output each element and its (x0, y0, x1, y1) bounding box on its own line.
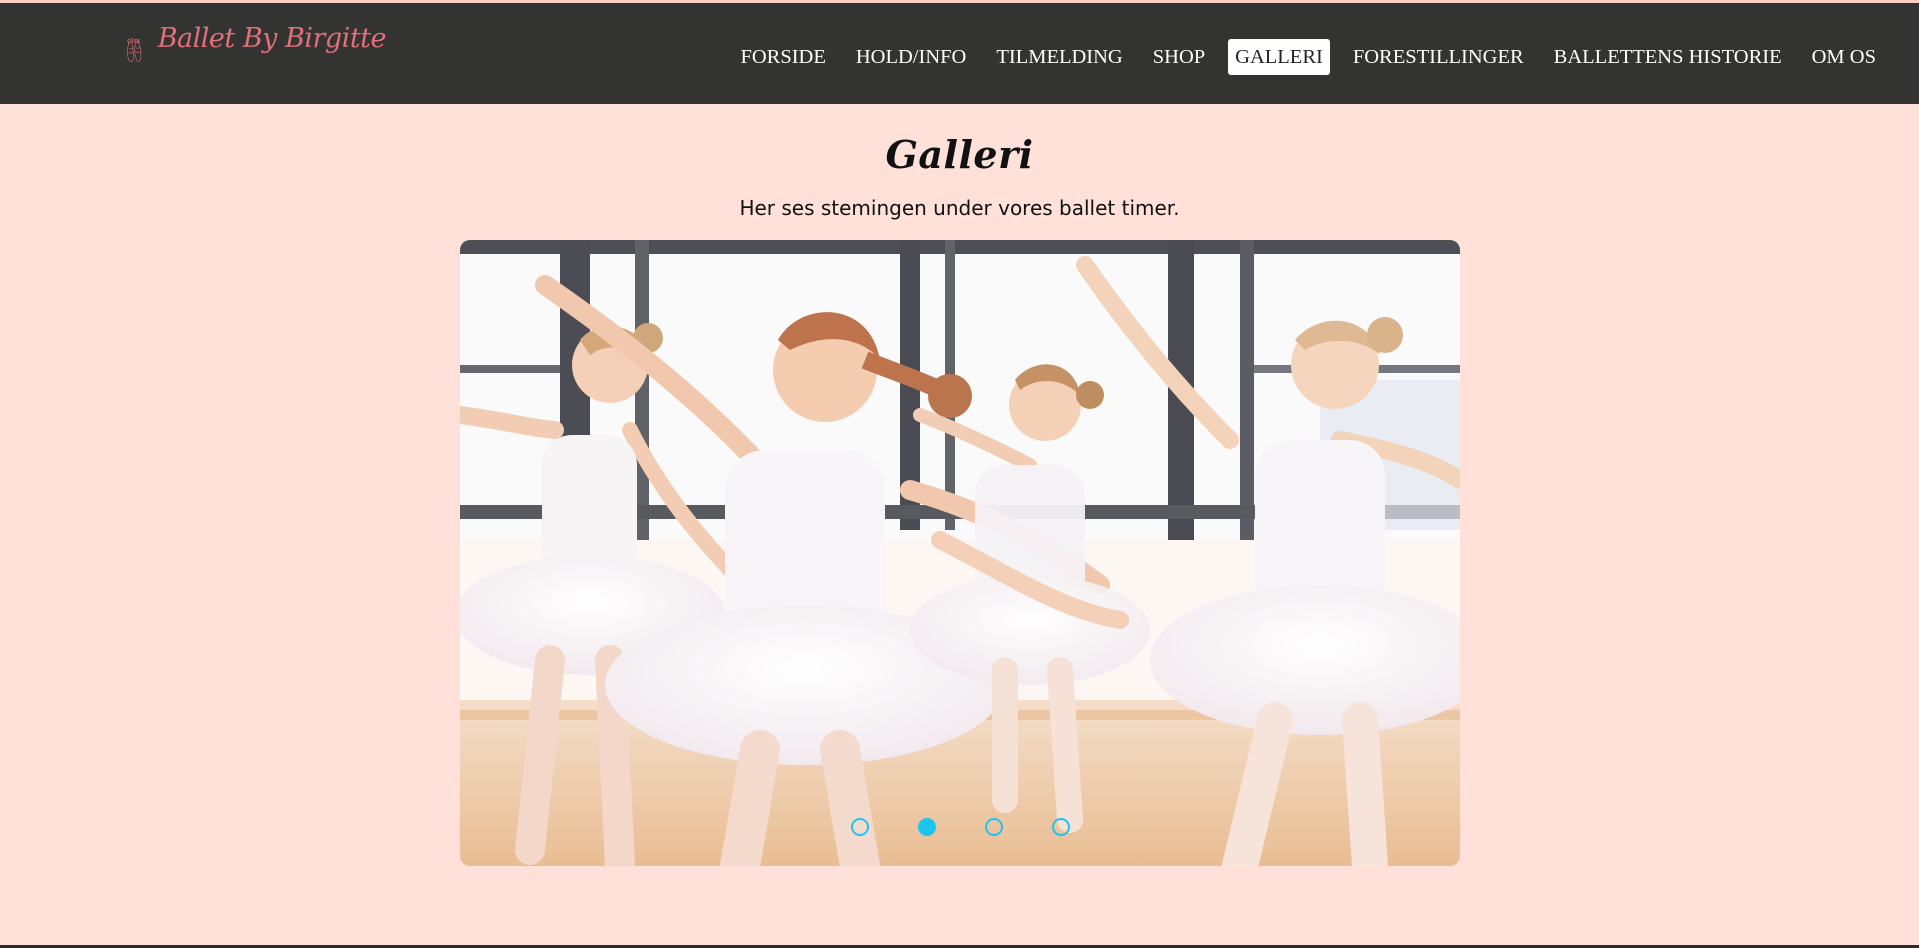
carousel-dot-4[interactable] (1051, 818, 1070, 836)
top-navigation-bar: Ballet By Birgitte FORSIDE HOLD/INFO TIL… (0, 0, 1919, 104)
page: Ballet By Birgitte FORSIDE HOLD/INFO TIL… (0, 0, 1919, 948)
image-carousel[interactable] (460, 240, 1460, 866)
nav-item-forside[interactable]: FORSIDE (733, 39, 832, 75)
nav-item-forestillinger[interactable]: FORESTILLINGER (1346, 39, 1531, 75)
page-title: Galleri (885, 132, 1034, 177)
nav-item-galleri[interactable]: GALLERI (1228, 39, 1330, 75)
ballet-shoes-icon (127, 38, 142, 62)
page-subtitle: Her ses stemingen under vores ballet tim… (739, 196, 1180, 220)
carousel-dot-3[interactable] (984, 818, 1003, 836)
main-nav: FORSIDE HOLD/INFO TILMELDING SHOP GALLER… (717, 39, 1883, 75)
nav-item-om-os[interactable]: OM OS (1805, 39, 1883, 75)
site-logo[interactable]: Ballet By Birgitte (126, 7, 387, 95)
logo-text: Ballet By Birgitte (157, 22, 387, 54)
carousel-indicators (460, 818, 1460, 836)
carousel-photo (460, 240, 1460, 866)
nav-item-hold-info[interactable]: HOLD/INFO (849, 39, 973, 75)
carousel-dot-1[interactable] (850, 818, 869, 836)
nav-item-ballettens-historie[interactable]: BALLETTENS HISTORIE (1547, 39, 1789, 75)
nav-item-shop[interactable]: SHOP (1146, 39, 1212, 75)
nav-item-tilmelding[interactable]: TILMELDING (989, 39, 1129, 75)
carousel-dot-2[interactable] (917, 818, 936, 836)
